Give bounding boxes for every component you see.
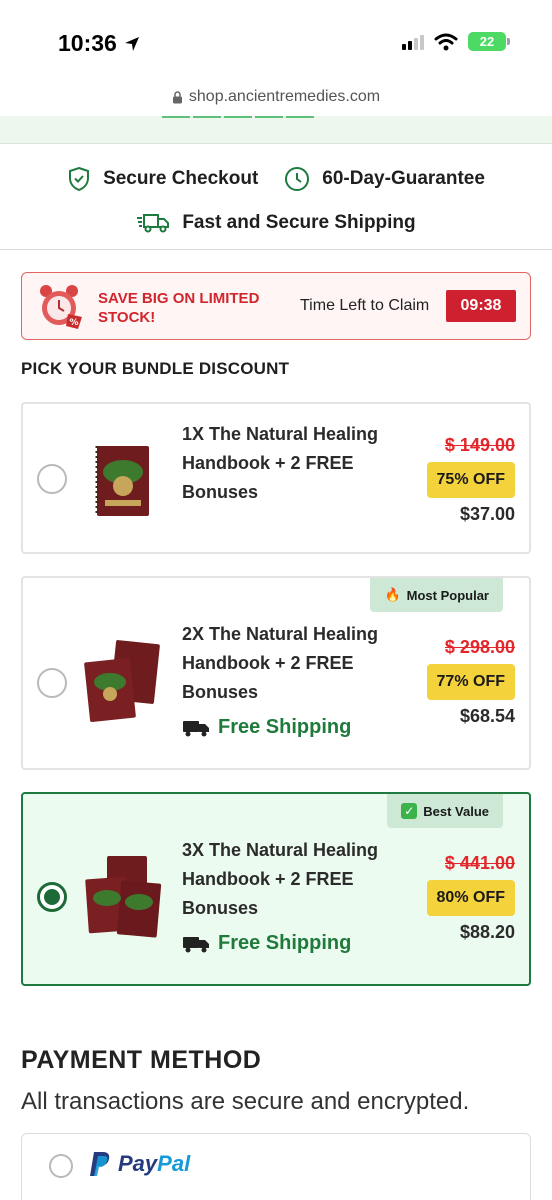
location-arrow-icon (124, 36, 139, 51)
paypal-option[interactable]: PayPal (21, 1133, 531, 1200)
sale-price: $37.00 (459, 504, 515, 524)
shipping-badge: Fast and Secure Shipping (0, 212, 552, 234)
bundle-option-3x[interactable]: ✓ Best Value 3X The Natural Healing Hand… (21, 792, 531, 986)
handbook-3x-image (85, 856, 162, 938)
paypal-label-pal: Pal (157, 1151, 191, 1176)
free-shipping-3x: Free Shipping (182, 932, 351, 955)
free-shipping-2x: Free Shipping (182, 716, 351, 739)
status-time: 10:36 (58, 30, 141, 57)
shipping-label: Fast and Secure Shipping (182, 212, 416, 233)
time-left-label: Time Left to Claim (300, 297, 430, 314)
sale-price: $68.54 (459, 706, 515, 726)
clock-label: 10:36 (58, 30, 117, 56)
secure-checkout-badge: Secure Checkout (67, 166, 258, 192)
page-top-strip (0, 116, 552, 144)
old-price: $ 298.00 (444, 637, 515, 657)
bundle-radio-3x[interactable] (37, 882, 67, 912)
paypal-logo: PayPal (88, 1150, 190, 1178)
wifi-icon (434, 33, 458, 50)
bundle-title-2x: 2X The Natural Healing Handbook + 2 FREE… (182, 624, 379, 702)
shield-check-icon (69, 166, 90, 192)
battery-level: 22 (479, 34, 495, 49)
divider (0, 249, 552, 250)
paypal-label-pay: Pay (118, 1151, 158, 1176)
bundle-option-1x[interactable]: 1X The Natural Healing Handbook + 2 FREE… (21, 402, 531, 554)
bundle-price-2x: $ 298.00 77% OFF $68.54 (395, 637, 515, 727)
payment-subtext: All transactions are secure and encrypte… (21, 1088, 470, 1115)
delivery-truck-icon (137, 214, 170, 233)
clock-icon (285, 167, 310, 191)
bundle-section-heading: PICK YOUR BUNDLE DISCOUNT (21, 359, 290, 378)
paypal-radio[interactable] (49, 1154, 73, 1178)
discount-badge: 75% OFF (426, 462, 515, 498)
payment-heading: PAYMENT METHOD (21, 1046, 262, 1074)
discount-badge: 77% OFF (426, 664, 515, 700)
best-value-ribbon: ✓ Best Value (387, 794, 503, 828)
alarm-clock-sale-icon: % (40, 285, 82, 329)
old-price: $ 441.00 (444, 853, 515, 873)
bundle-price-1x: $ 149.00 75% OFF $37.00 (395, 435, 515, 525)
limited-stock-banner: % SAVE BIG ON LIMITED STOCK! Time Left t… (21, 272, 531, 340)
secure-checkout-label: Secure Checkout (103, 168, 259, 189)
trust-badges: Secure Checkout 60-Day-Guarantee (0, 166, 552, 192)
status-indicators: 22 (402, 32, 510, 51)
free-shipping-label: Free Shipping (218, 716, 352, 738)
battery-icon: 22 (468, 32, 510, 51)
old-price: $ 149.00 (444, 435, 515, 455)
url-text: shop.ancientremedies.com (188, 88, 381, 105)
svg-text:%: % (69, 318, 78, 328)
ribbon-label: Most Popular (406, 587, 489, 603)
address-bar[interactable]: shop.ancientremedies.com (0, 88, 552, 106)
fire-icon: 🔥 (384, 587, 401, 602)
discount-badge: 80% OFF (426, 880, 515, 916)
bundle-radio-1x[interactable] (37, 464, 67, 494)
check-mark-icon: ✓ (401, 803, 418, 819)
sale-headline: SAVE BIG ON LIMITED STOCK! (98, 290, 260, 326)
bundle-option-2x[interactable]: 🔥 Most Popular 2X The Natural Healing Ha… (21, 576, 531, 770)
truck-icon (183, 936, 209, 952)
countdown-timer: 09:38 (446, 290, 516, 322)
cellular-signal-icon (402, 34, 424, 50)
sale-price: $88.20 (459, 922, 515, 942)
bundle-radio-2x[interactable] (37, 668, 67, 698)
lock-icon (172, 90, 182, 103)
most-popular-ribbon: 🔥 Most Popular (370, 578, 503, 612)
truck-icon (183, 720, 209, 736)
guarantee-badge: 60-Day-Guarantee (284, 166, 485, 192)
bundle-title-1x: 1X The Natural Healing Handbook + 2 FREE… (182, 424, 379, 502)
ribbon-label: Best Value (423, 803, 489, 819)
free-shipping-label: Free Shipping (218, 932, 352, 954)
paypal-icon (90, 1152, 110, 1176)
handbook-1x-image (95, 446, 149, 516)
status-bar: 10:36 22 (0, 0, 552, 86)
bundle-price-3x: $ 441.00 80% OFF $88.20 (395, 853, 515, 943)
handbook-2x-image (84, 640, 160, 723)
guarantee-label: 60-Day-Guarantee (322, 168, 485, 189)
bundle-title-3x: 3X The Natural Healing Handbook + 2 FREE… (182, 840, 379, 918)
